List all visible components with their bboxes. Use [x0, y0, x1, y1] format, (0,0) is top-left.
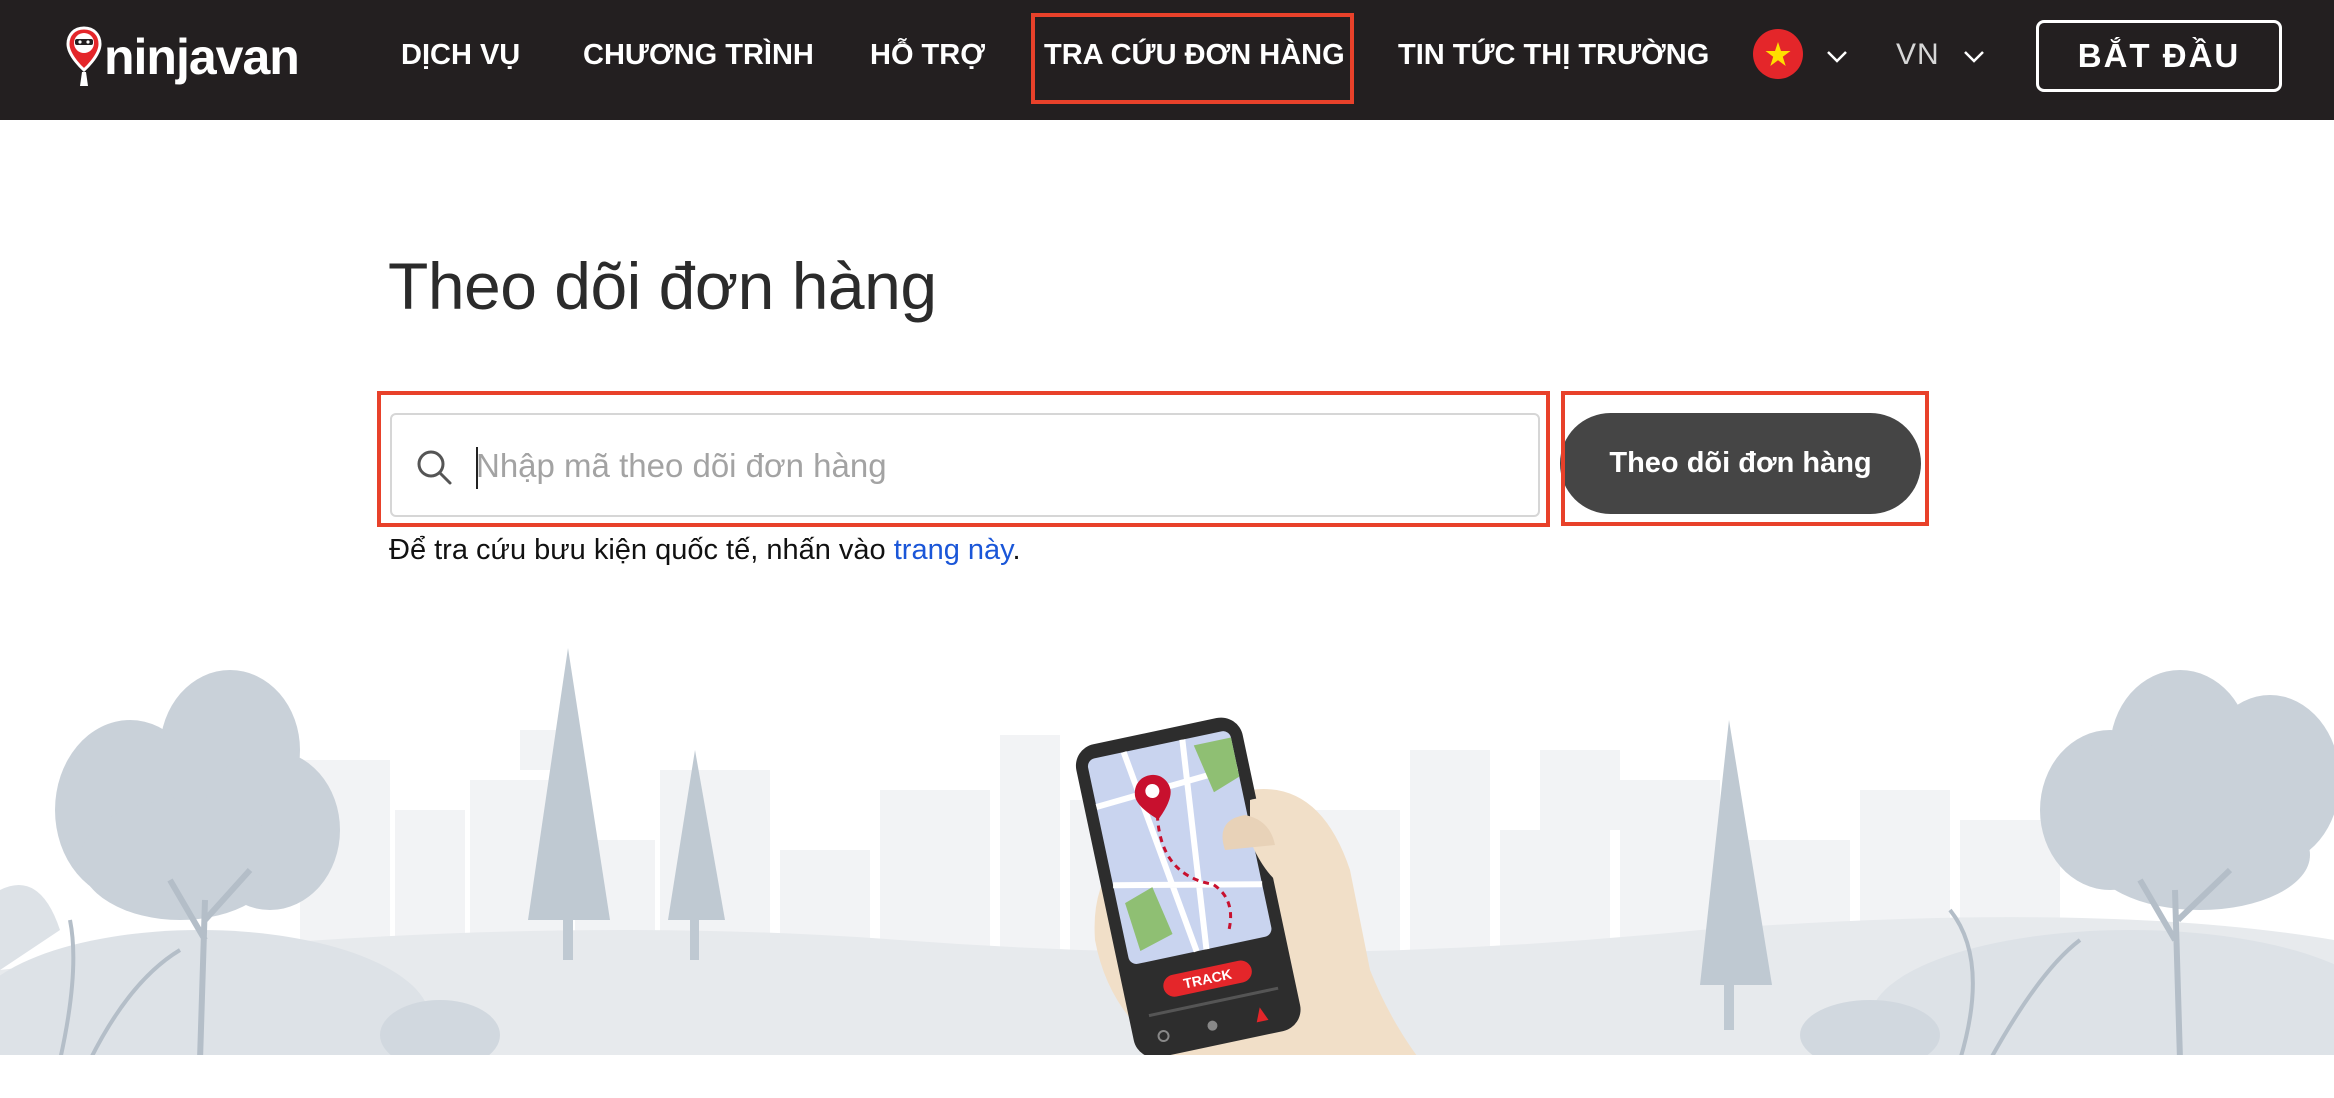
country-chevron-down-icon[interactable] [1825, 44, 1849, 68]
language-selector[interactable]: VN [1896, 30, 1940, 80]
vietnam-flag-icon[interactable] [1753, 29, 1803, 79]
get-started-button[interactable]: BẮT ĐẦU [2036, 20, 2282, 92]
helper-text: Để tra cứu bưu kiện quốc tế, nhấn vào [389, 534, 894, 566]
international-tracking-helper: Để tra cứu bưu kiện quốc tế, nhấn vào tr… [389, 534, 1021, 567]
track-order-button[interactable]: Theo dõi đơn hàng [1560, 413, 1921, 514]
nav-item-services[interactable]: DỊCH VỤ [401, 30, 520, 80]
top-navigation-bar: ninjavan DỊCH VỤ CHƯƠNG TRÌNH HỖ TRỢ TRA… [0, 0, 2334, 120]
page-bottom-edge [0, 1055, 2334, 1098]
nav-item-programs[interactable]: CHƯƠNG TRÌNH [583, 30, 814, 80]
ninjavan-logo[interactable]: ninjavan [66, 22, 300, 92]
page: ninjavan DỊCH VỤ CHƯƠNG TRÌNH HỖ TRỢ TRA… [0, 0, 2334, 1098]
international-tracking-link[interactable]: trang này [894, 534, 1013, 566]
nav-item-market-news[interactable]: TIN TỨC THỊ TRƯỜNG [1398, 30, 1709, 80]
logo-wordmark: ninjavan [104, 29, 300, 85]
text-caret [476, 447, 478, 489]
nav-item-support[interactable]: HỖ TRỢ [870, 30, 985, 80]
page-title: Theo dõi đơn hàng [388, 249, 937, 323]
ninja-pin-icon [66, 26, 102, 86]
tracking-search-box [390, 413, 1540, 517]
city-tracking-illustration: TRACK [0, 648, 2334, 1060]
tracking-number-input[interactable] [476, 433, 1516, 499]
search-icon [417, 450, 452, 485]
language-chevron-down-icon[interactable] [1962, 44, 1986, 68]
helper-suffix: . [1012, 534, 1021, 566]
nav-item-order-tracking[interactable]: TRA CỨU ĐƠN HÀNG [1044, 30, 1345, 80]
